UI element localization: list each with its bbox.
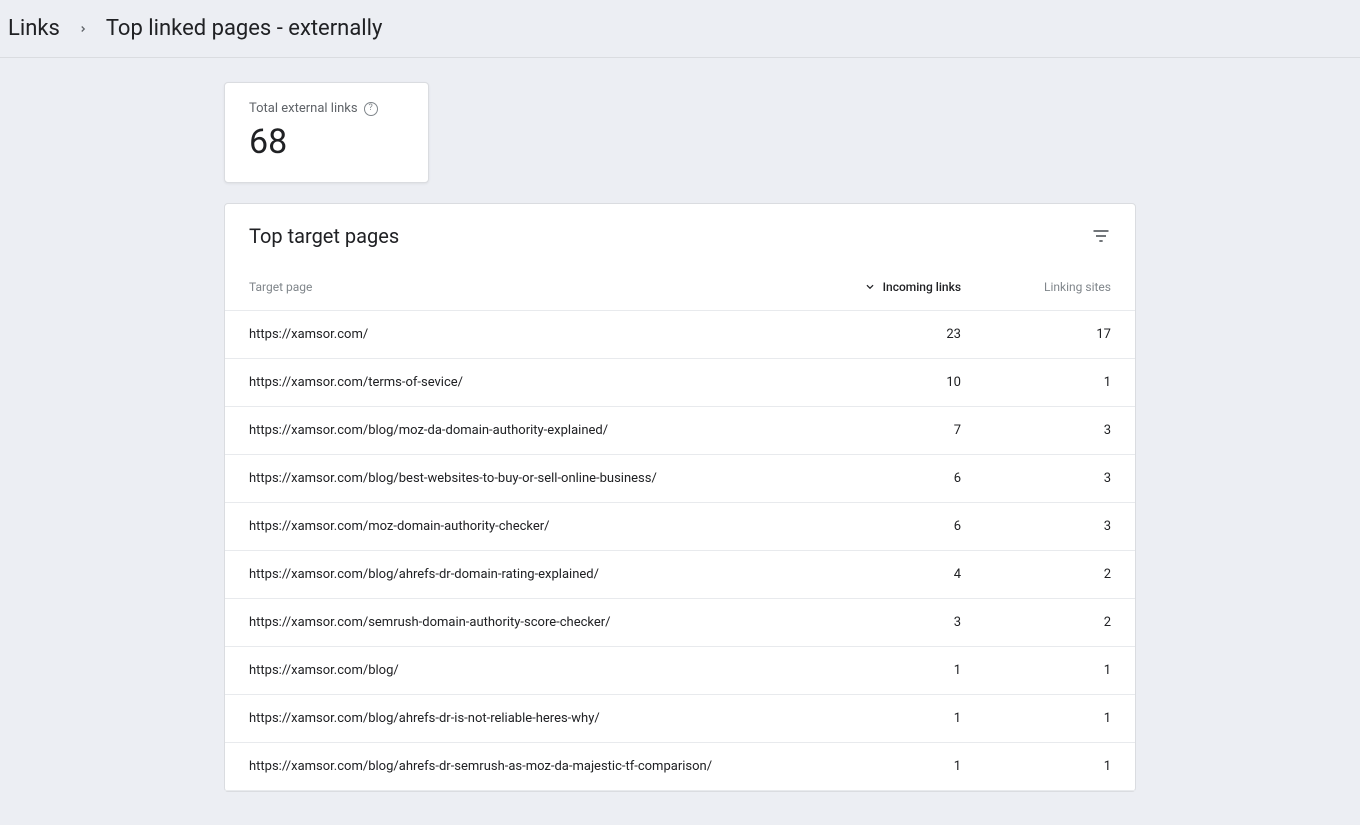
cell-linking-sites: 3 [961,471,1111,486]
table-row[interactable]: https://xamsor.com/2317 [225,311,1135,359]
cell-incoming-links: 23 [791,327,961,342]
table-columns-row: Target page Incoming links Linking sites [225,264,1135,311]
cell-linking-sites: 17 [961,327,1111,342]
cell-linking-sites: 1 [961,375,1111,390]
table-card: Top target pages Target page Incoming li… [224,203,1136,792]
table-header: Top target pages [225,204,1135,264]
cell-incoming-links: 10 [791,375,961,390]
table-row[interactable]: https://xamsor.com/moz-domain-authority-… [225,503,1135,551]
cell-linking-sites: 1 [961,663,1111,678]
cell-linking-sites: 1 [961,711,1111,726]
cell-incoming-links: 4 [791,567,961,582]
cell-target-page[interactable]: https://xamsor.com/blog/ [249,663,791,678]
cell-incoming-links: 3 [791,615,961,630]
cell-target-page[interactable]: https://xamsor.com/blog/ahrefs-dr-domain… [249,567,791,582]
cell-incoming-links: 6 [791,471,961,486]
table-row[interactable]: https://xamsor.com/blog/ahrefs-dr-is-not… [225,695,1135,743]
cell-incoming-links: 7 [791,423,961,438]
table-row[interactable]: https://xamsor.com/blog/best-websites-to… [225,455,1135,503]
column-header-target[interactable]: Target page [249,280,791,294]
summary-label-text: Total external links [249,101,358,116]
breadcrumb: Links Top linked pages - externally [0,0,1360,58]
cell-incoming-links: 6 [791,519,961,534]
cell-target-page[interactable]: https://xamsor.com/blog/ahrefs-dr-is-not… [249,711,791,726]
summary-card: Total external links ? 68 [224,82,429,183]
cell-incoming-links: 1 [791,759,961,774]
help-icon[interactable]: ? [364,102,378,116]
column-header-incoming[interactable]: Incoming links [791,278,961,296]
column-header-linking[interactable]: Linking sites [961,280,1111,294]
table-row[interactable]: https://xamsor.com/blog/ahrefs-dr-semrus… [225,743,1135,791]
column-header-incoming-label: Incoming links [883,280,961,294]
table-row[interactable]: https://xamsor.com/terms-of-sevice/101 [225,359,1135,407]
breadcrumb-current: Top linked pages - externally [106,16,383,41]
table-row[interactable]: https://xamsor.com/blog/11 [225,647,1135,695]
table-row[interactable]: https://xamsor.com/semrush-domain-author… [225,599,1135,647]
cell-linking-sites: 2 [961,567,1111,582]
cell-target-page[interactable]: https://xamsor.com/terms-of-sevice/ [249,375,791,390]
cell-incoming-links: 1 [791,711,961,726]
summary-label: Total external links ? [249,101,404,116]
cell-linking-sites: 1 [961,759,1111,774]
cell-linking-sites: 2 [961,615,1111,630]
cell-linking-sites: 3 [961,519,1111,534]
table-row[interactable]: https://xamsor.com/blog/moz-da-domain-au… [225,407,1135,455]
table-body: https://xamsor.com/2317https://xamsor.co… [225,311,1135,791]
cell-target-page[interactable]: https://xamsor.com/moz-domain-authority-… [249,519,791,534]
chevron-right-icon [78,18,88,39]
cell-target-page[interactable]: https://xamsor.com/blog/ahrefs-dr-semrus… [249,759,791,774]
cell-target-page[interactable]: https://xamsor.com/ [249,327,791,342]
arrow-down-icon [863,278,877,296]
filter-icon[interactable] [1091,226,1111,246]
cell-incoming-links: 1 [791,663,961,678]
cell-target-page[interactable]: https://xamsor.com/blog/moz-da-domain-au… [249,423,791,438]
breadcrumb-links[interactable]: Links [8,16,60,41]
table-row[interactable]: https://xamsor.com/blog/ahrefs-dr-domain… [225,551,1135,599]
table-title: Top target pages [249,224,399,248]
cell-target-page[interactable]: https://xamsor.com/semrush-domain-author… [249,615,791,630]
summary-value: 68 [249,122,404,162]
cell-target-page[interactable]: https://xamsor.com/blog/best-websites-to… [249,471,791,486]
cell-linking-sites: 3 [961,423,1111,438]
